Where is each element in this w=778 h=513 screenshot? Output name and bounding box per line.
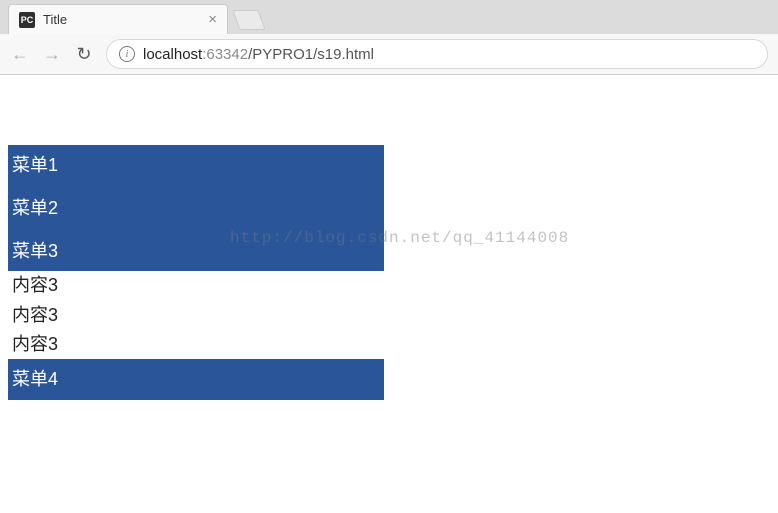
- page-content: 菜单1 菜单2 菜单3 内容3 内容3 内容3 菜单4 http://blog.…: [0, 75, 778, 400]
- url-host: localhost: [143, 46, 202, 63]
- tab-bar: PC Title ×: [0, 0, 778, 34]
- url-port: :63342: [202, 46, 248, 63]
- address-bar[interactable]: i localhost:63342/PYPRO1/s19.html: [106, 39, 768, 69]
- tab-title: Title: [43, 12, 200, 27]
- content-item: 内容3: [8, 330, 778, 359]
- reload-button[interactable]: ↻: [74, 44, 94, 65]
- menu-item-3[interactable]: 菜单3: [8, 229, 384, 272]
- url-display: localhost:63342/PYPRO1/s19.html: [143, 46, 374, 63]
- menu-item-1[interactable]: 菜单1: [8, 145, 384, 186]
- back-button[interactable]: ←: [10, 44, 30, 65]
- url-path: /PYPRO1/s19.html: [248, 46, 374, 63]
- browser-tab[interactable]: PC Title ×: [8, 4, 228, 34]
- close-icon[interactable]: ×: [208, 11, 217, 28]
- forward-button[interactable]: →: [42, 44, 62, 65]
- content-item: 内容3: [8, 271, 778, 300]
- content-item: 内容3: [8, 301, 778, 330]
- menu-item-2[interactable]: 菜单2: [8, 186, 384, 229]
- menu-item-4[interactable]: 菜单4: [8, 359, 384, 400]
- browser-chrome: PC Title × ← → ↻ i localhost:63342/PYPRO…: [0, 0, 778, 75]
- pycharm-favicon-icon: PC: [19, 12, 35, 28]
- toolbar: ← → ↻ i localhost:63342/PYPRO1/s19.html: [0, 34, 778, 74]
- site-info-icon[interactable]: i: [119, 46, 135, 62]
- new-tab-button[interactable]: [232, 10, 265, 30]
